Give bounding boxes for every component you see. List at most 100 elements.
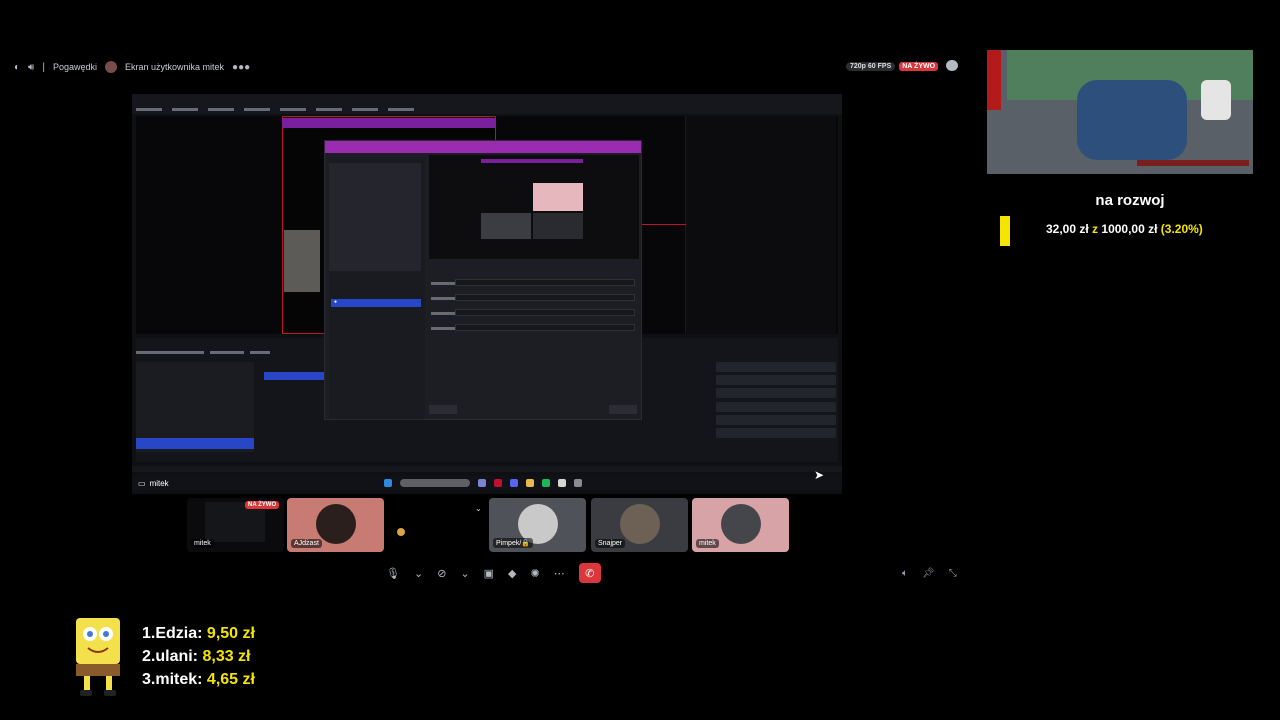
donor-amount: 4,65 zł [206, 671, 255, 688]
camera-off-icon[interactable]: ⊘ [437, 562, 446, 584]
control-button[interactable] [716, 427, 836, 438]
scene-item[interactable] [136, 438, 254, 450]
more-icon[interactable]: ⋯ [554, 562, 565, 584]
call-controls: 🎙︎ ⌄ ⊘ ⌄ ▣ ◆ ✺ ⋯ ✆ [386, 562, 601, 584]
leaderboard-row: 1.Edzia: 9,50 zł [142, 622, 255, 645]
menu-item [136, 107, 162, 111]
menu-item [388, 107, 414, 111]
filter-dialog: ● [324, 140, 642, 420]
taskbar-app-icon[interactable] [558, 479, 566, 487]
emoji-icon [397, 528, 405, 536]
control-button[interactable] [716, 362, 836, 372]
scene-item[interactable] [136, 362, 254, 373]
scene-item[interactable] [136, 406, 254, 417]
preview-panel [284, 230, 320, 292]
speaker-icon[interactable]: 🔊︎ [28, 62, 34, 73]
mouse-cursor: ➤ [814, 468, 825, 482]
control-button[interactable] [716, 414, 836, 425]
crop-bottom-field[interactable] [455, 324, 635, 331]
live-badge: NA ŻYWO [899, 61, 939, 71]
donor-amount: 9,50 zł [206, 625, 255, 642]
participant-tile[interactable]: AJdżast [287, 498, 384, 552]
participant-tile[interactable]: Pimpek/🔒 [489, 498, 586, 552]
goal-progress-bar [1000, 216, 1010, 246]
filter-item-label: ● [334, 299, 338, 305]
avatar [316, 504, 356, 544]
participant-tile[interactable]: NA ŻYWO mitek [187, 498, 284, 552]
taskbar-app-icon[interactable] [494, 479, 502, 487]
pin-icon[interactable]: 📌︎ [922, 568, 935, 579]
close-button[interactable] [609, 405, 637, 414]
screen-share-icon[interactable]: ▣ [484, 562, 494, 584]
activities-icon[interactable]: ◆ [508, 562, 516, 584]
menu-item [316, 107, 342, 111]
webcam-person [1077, 80, 1187, 160]
control-button[interactable] [716, 401, 836, 412]
crop-right-field[interactable] [455, 309, 635, 316]
chat-icon[interactable] [946, 60, 958, 71]
leave-call-button[interactable]: ✆ [578, 563, 601, 583]
chevron-down-icon[interactable]: ⌄ [460, 562, 469, 584]
control-panel [716, 362, 840, 452]
spotify-icon[interactable] [542, 479, 550, 487]
volume-icon[interactable]: 🔈︎ [902, 568, 908, 579]
chevron-down-icon[interactable]: ⌄ [414, 562, 423, 584]
chevron-down-icon[interactable]: ⌄ [475, 504, 482, 513]
tab-label [210, 350, 244, 354]
dialog-titlebar [325, 141, 641, 153]
taskbar-search[interactable] [400, 479, 470, 487]
screen-owner-label: ▭ mitek [138, 477, 169, 489]
control-button[interactable] [716, 388, 836, 399]
user-avatar [105, 61, 117, 73]
obs-titlebar [132, 94, 842, 104]
tab-label [250, 350, 270, 354]
screen-title: Ekran użytkownika mitek [125, 62, 225, 72]
menu-item [280, 107, 306, 111]
crop-top-field[interactable] [455, 294, 635, 301]
folder-icon[interactable] [526, 479, 534, 487]
microphone-icon[interactable]: 🎙︎ [386, 562, 400, 584]
defaults-button[interactable] [429, 405, 457, 414]
discord-icon[interactable] [510, 479, 518, 487]
participant-tile[interactable]: Snajper [591, 498, 688, 552]
menu-item [208, 107, 234, 111]
webcam-overlay [987, 50, 1253, 174]
scene-item[interactable] [136, 427, 254, 438]
goal-current: 32,00 zł [1046, 222, 1089, 236]
menu-item [244, 107, 270, 111]
effect-filter-selected[interactable]: ● [331, 299, 421, 307]
taskbar-app-icon[interactable] [478, 479, 486, 487]
right-controls: 🔈︎ 📌︎ ⤡ [902, 566, 957, 580]
rank: 1. [142, 625, 156, 642]
preview-tile [533, 183, 583, 211]
exit-fullscreen-icon[interactable]: ⤡ [949, 568, 957, 579]
participant-name: mitek [696, 539, 719, 548]
field-label [431, 327, 455, 330]
preview-tile [481, 213, 531, 239]
scene-item[interactable] [136, 395, 254, 406]
scene-tabs [136, 346, 270, 358]
live-badge: NA ŻYWO [245, 501, 280, 509]
scene-item[interactable] [136, 384, 254, 395]
source-item-selected[interactable] [264, 372, 324, 380]
webcam-object [1201, 80, 1231, 120]
crop-left-field[interactable] [455, 279, 635, 286]
taskbar-app-icon[interactable] [574, 479, 582, 487]
stream-status: 720p 60 FPS NA ŻYWO [846, 60, 939, 72]
participant-name: Snajper [595, 539, 626, 548]
windows-taskbar [132, 476, 842, 490]
participant-tile[interactable]: ⌄ [389, 498, 486, 552]
obs-menubar [132, 104, 842, 114]
obs-statusbar [132, 466, 842, 472]
top-donors-board: 1.Edzia: 9,50 zł 2.ulani: 8,33 zł 3.mite… [142, 622, 255, 691]
participant-tile[interactable]: mitek [692, 498, 789, 552]
scene-item[interactable] [136, 373, 254, 384]
tab-label [136, 350, 204, 354]
control-button[interactable] [716, 375, 836, 386]
donor-name: Edzia: [155, 625, 203, 642]
scene-item[interactable] [136, 416, 254, 427]
start-icon[interactable] [384, 479, 392, 487]
soundboard-icon[interactable]: ✺ [531, 562, 540, 584]
participant-name: Pimpek/🔒 [493, 538, 534, 548]
separator: | [42, 61, 45, 73]
